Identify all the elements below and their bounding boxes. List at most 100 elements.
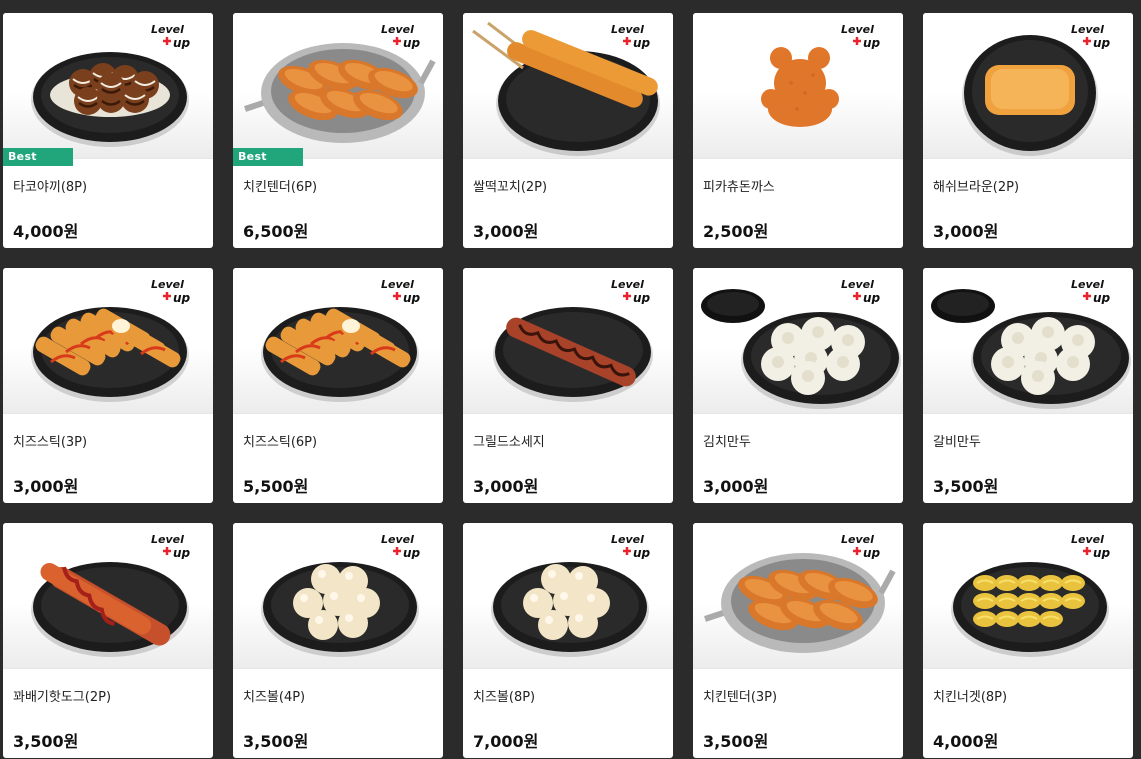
product-card[interactable]: Level up 치킨너겟(8P) 4,000원 [923,523,1133,758]
svg-text:Level: Level [841,533,874,546]
svg-text:up: up [1093,291,1111,304]
level-up-logo-icon: Level up [381,533,421,559]
product-price: 3,500원 [703,732,769,751]
product-name[interactable]: 김치만두 [703,431,751,450]
svg-text:up: up [863,291,881,304]
product-card[interactable]: Level up Best 치킨텐더(6P) 6,500원 [233,13,443,248]
product-price: 3,500원 [933,477,999,496]
svg-text:up: up [633,546,651,559]
svg-text:up: up [633,36,651,49]
svg-text:Level: Level [1071,533,1104,546]
product-name[interactable]: 해쉬브라운(2P) [933,176,1019,195]
product-price: 3,000원 [473,222,539,241]
svg-text:Level: Level [151,23,184,36]
product-price: 4,000원 [933,732,999,751]
product-card[interactable]: Level up 꽈배기핫도그(2P) 3,500원 [3,523,213,758]
product-image[interactable]: Level up Best [3,13,213,166]
level-up-logo-icon: Level up [611,533,651,559]
svg-text:Level: Level [1071,278,1104,291]
product-image[interactable]: Level up Best [233,13,443,166]
svg-text:up: up [1093,546,1111,559]
level-up-logo-icon: Level up [1071,278,1111,304]
product-image[interactable]: Level up [463,13,673,159]
svg-text:Level: Level [611,23,644,36]
product-image[interactable]: Level up [923,268,1133,414]
product-image[interactable]: Level up [923,13,1133,159]
product-card[interactable]: Level up 쌀떡꼬치(2P) 3,000원 [463,13,673,248]
product-name[interactable]: 그릴드소세지 [473,431,545,450]
product-name[interactable]: 치킨너겟(8P) [933,686,1007,705]
level-up-logo-icon: Level up [841,23,881,49]
product-name[interactable]: 치즈볼(4P) [243,686,305,705]
svg-text:Level: Level [381,23,414,36]
level-up-logo-icon: Level up [1071,23,1111,49]
level-up-logo-icon: Level up [841,278,881,304]
product-price: 3,500원 [243,732,309,751]
product-price: 3,000원 [13,477,79,496]
svg-text:up: up [863,546,881,559]
product-price: 6,500원 [243,222,309,241]
svg-text:Level: Level [151,278,184,291]
product-price: 4,000원 [13,222,79,241]
product-image[interactable]: Level up [3,523,213,669]
product-card[interactable]: Level up Best 타코야끼(8P) 4,000원 [3,13,213,248]
level-up-logo-icon: Level up [381,278,421,304]
svg-text:up: up [403,546,421,559]
product-image[interactable]: Level up [693,13,903,159]
product-image[interactable]: Level up [233,523,443,669]
product-name[interactable]: 치킨텐더(3P) [703,686,777,705]
product-image[interactable]: Level up [923,523,1133,669]
svg-text:Level: Level [841,23,874,36]
product-name[interactable]: 타코야끼(8P) [13,176,87,195]
product-price: 3,000원 [933,222,999,241]
svg-text:up: up [173,291,191,304]
level-up-logo-icon: Level up [1071,533,1111,559]
product-name[interactable]: 갈비만두 [933,431,981,450]
product-name[interactable]: 치즈스틱(3P) [13,431,87,450]
product-card[interactable]: Level up 치킨텐더(3P) 3,500원 [693,523,903,758]
svg-text:up: up [173,546,191,559]
product-name[interactable]: 치즈스틱(6P) [243,431,317,450]
product-card[interactable]: Level up 해쉬브라운(2P) 3,000원 [923,13,1133,248]
svg-text:up: up [863,36,881,49]
product-name[interactable]: 꽈배기핫도그(2P) [13,686,111,705]
svg-text:Level: Level [611,278,644,291]
product-grid: Level up Best 타코야끼(8P) 4,000원 Level up B… [3,13,1133,758]
product-card[interactable]: Level up 치즈볼(4P) 3,500원 [233,523,443,758]
svg-text:Level: Level [381,278,414,291]
product-image[interactable]: Level up [693,523,903,669]
level-up-logo-icon: Level up [151,278,191,304]
product-name[interactable]: 피카츄돈까스 [703,176,775,195]
svg-text:up: up [1093,36,1111,49]
product-card[interactable]: Level up 피카츄돈까스 2,500원 [693,13,903,248]
svg-text:up: up [633,291,651,304]
product-price: 5,500원 [243,477,309,496]
svg-text:Level: Level [151,533,184,546]
product-image[interactable]: Level up [233,268,443,414]
product-name[interactable]: 치킨텐더(6P) [243,176,317,195]
product-price: 7,000원 [473,732,539,751]
product-card[interactable]: Level up 치즈볼(8P) 7,000원 [463,523,673,758]
product-card[interactable]: Level up 치즈스틱(6P) 5,500원 [233,268,443,503]
level-up-logo-icon: Level up [151,533,191,559]
svg-text:up: up [403,36,421,49]
best-badge: Best [3,148,73,166]
product-card[interactable]: Level up 그릴드소세지 3,000원 [463,268,673,503]
svg-text:up: up [403,291,421,304]
product-card[interactable]: Level up 치즈스틱(3P) 3,000원 [3,268,213,503]
product-price: 3,000원 [473,477,539,496]
level-up-logo-icon: Level up [611,278,651,304]
product-image[interactable]: Level up [693,268,903,414]
product-card[interactable]: Level up 김치만두 3,000원 [693,268,903,503]
product-card[interactable]: Level up 갈비만두 3,500원 [923,268,1133,503]
product-image[interactable]: Level up [463,268,673,414]
product-image[interactable]: Level up [3,268,213,414]
product-image[interactable]: Level up [463,523,673,669]
svg-text:Level: Level [381,533,414,546]
level-up-logo-icon: Level up [381,23,421,49]
product-name[interactable]: 쌀떡꼬치(2P) [473,176,547,195]
svg-text:Level: Level [1071,23,1104,36]
product-name[interactable]: 치즈볼(8P) [473,686,535,705]
svg-text:Level: Level [841,278,874,291]
svg-text:Level: Level [611,533,644,546]
